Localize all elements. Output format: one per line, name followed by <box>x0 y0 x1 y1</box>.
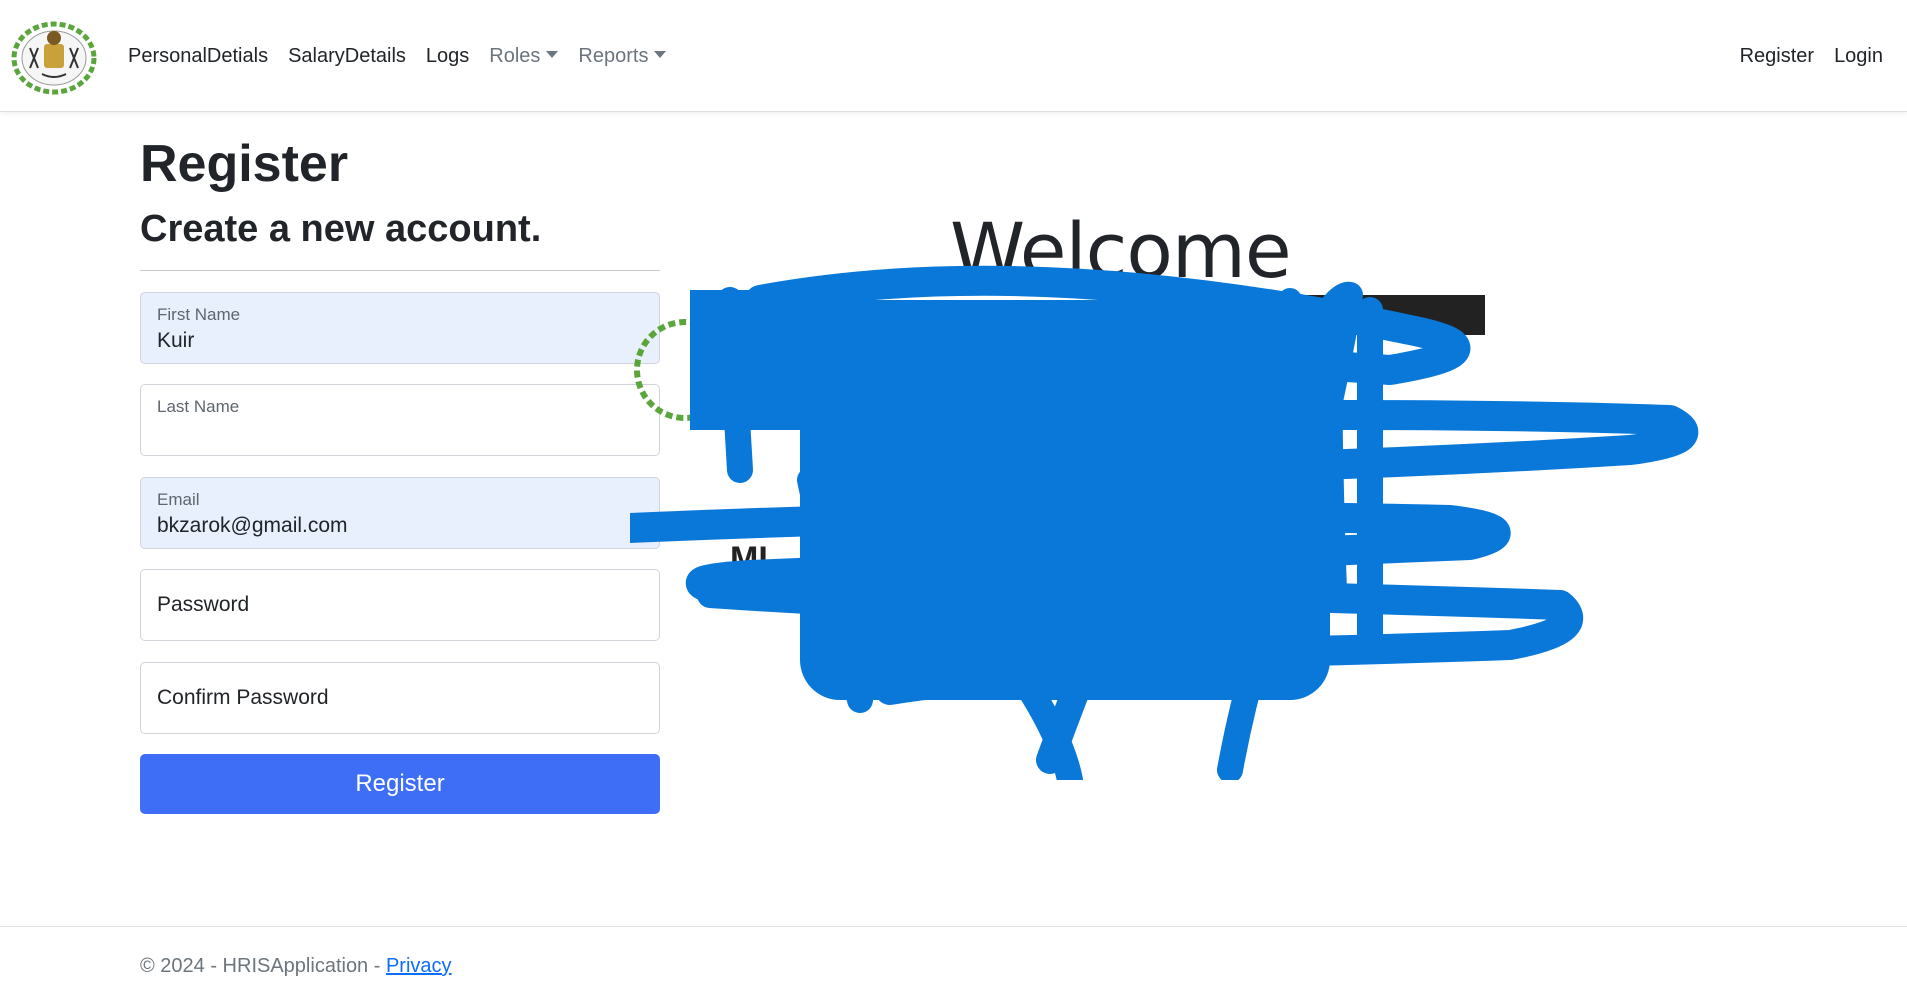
auth-nav: Register Login <box>1720 0 1883 112</box>
nav-reports-dropdown[interactable]: Reports <box>578 44 667 68</box>
nav-roles-label: Roles <box>489 44 541 67</box>
first-name-field[interactable]: First Name Kuir <box>140 292 660 364</box>
chevron-down-icon <box>546 50 559 58</box>
email-value[interactable]: bkzarok@gmail.com <box>157 514 348 538</box>
email-field[interactable]: Email bkzarok@gmail.com <box>140 477 660 549</box>
nav-reports-label: Reports <box>578 44 649 67</box>
password-field[interactable]: Password <box>140 569 660 641</box>
nav-register[interactable]: Register <box>1740 45 1814 68</box>
nav-roles-dropdown[interactable]: Roles <box>489 44 559 68</box>
last-name-label: Last Name <box>157 397 240 416</box>
first-name-label: First Name <box>157 305 241 324</box>
divider <box>140 270 660 271</box>
page-title: Register <box>140 135 349 193</box>
footer-text: © 2024 - HRISApplication - <box>140 955 386 977</box>
nav-logs[interactable]: Logs <box>426 45 469 68</box>
footer-copyright: © 2024 - HRISApplication - Privacy <box>140 955 452 978</box>
chevron-down-icon <box>654 50 667 58</box>
emblem-logo-icon[interactable] <box>8 14 100 98</box>
nav-login[interactable]: Login <box>1834 45 1883 68</box>
privacy-link[interactable]: Privacy <box>386 955 452 977</box>
email-label: Email <box>157 490 200 509</box>
footer: © 2024 - HRISApplication - Privacy <box>0 926 1907 995</box>
confirm-password-label: Confirm Password <box>157 686 329 709</box>
top-navbar: PersonalDetials SalaryDetails Logs Roles… <box>0 0 1907 112</box>
first-name-value[interactable]: Kuir <box>157 329 194 353</box>
main-nav: PersonalDetials SalaryDetails Logs Roles… <box>128 0 686 112</box>
nav-salary-details[interactable]: SalaryDetails <box>288 45 406 68</box>
page-subtitle: Create a new account. <box>140 208 542 250</box>
redaction-scribble: MI <box>630 265 1699 780</box>
nav-personal-details[interactable]: PersonalDetials <box>128 45 268 68</box>
register-submit-button[interactable]: Register <box>140 754 660 814</box>
confirm-password-field[interactable]: Confirm Password <box>140 662 660 734</box>
password-label: Password <box>157 593 250 616</box>
last-name-field[interactable]: Last Name <box>140 384 660 456</box>
